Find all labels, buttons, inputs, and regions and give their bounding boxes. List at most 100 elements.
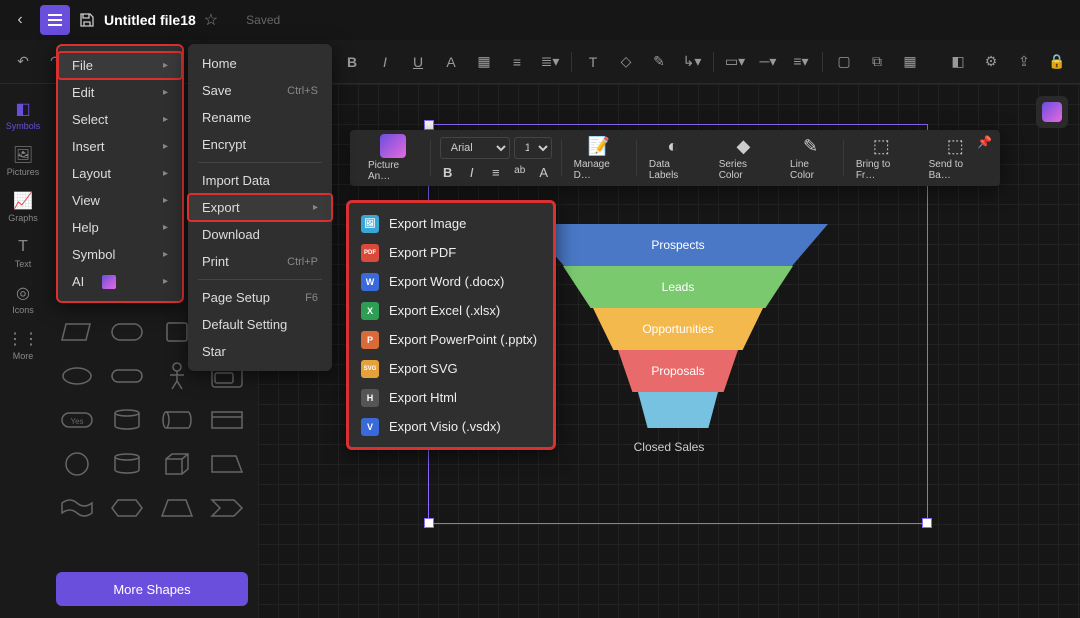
sidebar-more[interactable]: ⋮⋮More xyxy=(3,324,43,366)
file-download[interactable]: Download xyxy=(188,221,332,248)
menu-symbol[interactable]: Symbol▸ xyxy=(58,241,182,268)
save-icon[interactable] xyxy=(78,11,96,29)
ctx-line-color[interactable]: ✎Line Color xyxy=(780,134,841,182)
italic-button[interactable]: I xyxy=(370,47,400,77)
bold-button[interactable]: B xyxy=(337,47,367,77)
main-menu-button[interactable] xyxy=(40,5,70,35)
shape-trapezoid-r[interactable] xyxy=(204,444,250,484)
sidebar-text[interactable]: TText xyxy=(3,232,43,274)
shape-cylinder-h[interactable] xyxy=(154,400,200,440)
menu-help[interactable]: Help▸ xyxy=(58,214,182,241)
back-button[interactable]: ‹ xyxy=(8,8,32,32)
ctx-series-color[interactable]: ◆Series Color xyxy=(709,134,778,182)
file-home[interactable]: Home xyxy=(188,50,332,77)
pen-tool-button[interactable]: ✎ xyxy=(644,47,674,77)
export-export-visio-vsdx-[interactable]: VExport Visio (.vsdx) xyxy=(349,412,553,441)
file-save[interactable]: SaveCtrl+S xyxy=(188,77,332,104)
menu-select[interactable]: Select▸ xyxy=(58,106,182,133)
file-page-setup[interactable]: Page SetupF6 xyxy=(188,284,332,311)
funnel-stage-3[interactable]: Opportunities xyxy=(593,308,763,350)
resize-handle-br[interactable] xyxy=(923,519,931,527)
more-shapes-button[interactable]: More Shapes xyxy=(56,572,248,606)
resize-handle-bl[interactable] xyxy=(425,519,433,527)
menu-edit[interactable]: Edit▸ xyxy=(58,79,182,106)
export-export-word-docx-[interactable]: WExport Word (.docx) xyxy=(349,267,553,296)
ctx-bring-front[interactable]: ⬚Bring to Fr… xyxy=(846,134,917,182)
ctx-case[interactable]: ab xyxy=(511,165,529,180)
file-print[interactable]: PrintCtrl+P xyxy=(188,248,332,275)
ctx-italic[interactable]: I xyxy=(463,165,481,180)
shape-parallelogram[interactable] xyxy=(54,312,100,352)
underline-button[interactable]: U xyxy=(403,47,433,77)
shape-capsule[interactable] xyxy=(104,356,150,396)
export-export-powerpoint-pptx-[interactable]: PExport PowerPoint (.pptx) xyxy=(349,325,553,354)
export-export-image[interactable]: 🖼Export Image xyxy=(349,209,553,238)
file-star[interactable]: Star xyxy=(188,338,332,365)
shape-wave[interactable] xyxy=(54,488,100,528)
sidebar-symbols[interactable]: ◧Symbols xyxy=(3,94,43,136)
funnel-chart[interactable]: Prospects Leads Opportunities Proposals xyxy=(528,224,828,428)
shape-rounded-rect[interactable] xyxy=(104,312,150,352)
export-export-excel-xlsx-[interactable]: XExport Excel (.xlsx) xyxy=(349,296,553,325)
funnel-stage-4[interactable]: Proposals xyxy=(618,350,738,392)
stroke-button[interactable]: ─▾ xyxy=(753,47,783,77)
theme-button[interactable]: ◧ xyxy=(943,47,973,77)
shape-cylinder[interactable] xyxy=(104,400,150,440)
file-rename[interactable]: Rename xyxy=(188,104,332,131)
shape-cube[interactable] xyxy=(154,444,200,484)
file-import-data[interactable]: Import Data xyxy=(188,167,332,194)
lock-button[interactable]: 🔒 xyxy=(1042,47,1072,77)
ctx-data-labels[interactable]: ◐Data Labels xyxy=(639,134,707,182)
copy-button[interactable]: ⧉ xyxy=(862,47,892,77)
file-export[interactable]: Export▸ xyxy=(188,194,332,221)
line-spacing-button[interactable]: ≣▾ xyxy=(535,47,565,77)
share-button[interactable]: ⇪ xyxy=(1009,47,1039,77)
file-default-setting[interactable]: Default Setting xyxy=(188,311,332,338)
shape-hex[interactable] xyxy=(104,488,150,528)
export-export-svg[interactable]: SVGExport SVG xyxy=(349,354,553,383)
ctx-manage-data[interactable]: 📝Manage D… xyxy=(564,134,634,182)
font-color-button[interactable]: A xyxy=(436,47,466,77)
fill-button[interactable]: ▭▾ xyxy=(720,47,750,77)
sidebar-icons[interactable]: ◎Icons xyxy=(3,278,43,320)
export-export-html[interactable]: HExport Html xyxy=(349,383,553,412)
menu-ai[interactable]: AI▸ xyxy=(58,268,182,295)
shape-chevron[interactable] xyxy=(204,488,250,528)
export-export-pdf[interactable]: PDFExport PDF xyxy=(349,238,553,267)
menu-layout[interactable]: Layout▸ xyxy=(58,160,182,187)
undo-button[interactable]: ↶ xyxy=(8,47,38,77)
shape-trapezoid[interactable] xyxy=(154,488,200,528)
sidebar-pictures[interactable]: 🖼Pictures xyxy=(3,140,43,182)
ctx-bold[interactable]: B xyxy=(439,165,457,180)
text-tool-button[interactable]: T xyxy=(578,47,608,77)
funnel-stage-1[interactable]: Prospects xyxy=(528,224,828,266)
favorite-star-icon[interactable]: ☆ xyxy=(204,10,218,30)
shape-cylinder2[interactable] xyxy=(104,444,150,484)
funnel-stage-2[interactable]: Leads xyxy=(563,266,793,308)
shape-card[interactable] xyxy=(204,400,250,440)
font-size-select[interactable]: 12 xyxy=(514,137,552,159)
ctx-send-back[interactable]: ⬚Send to Ba… xyxy=(919,134,992,182)
settings-button[interactable]: ⚙ xyxy=(976,47,1006,77)
font-family-select[interactable]: Arial xyxy=(440,137,510,159)
grid-button[interactable]: ▦ xyxy=(895,47,925,77)
file-encrypt[interactable]: Encrypt xyxy=(188,131,332,158)
resize-handle-tl[interactable] xyxy=(425,121,433,129)
highlight-button[interactable]: ▦ xyxy=(469,47,499,77)
funnel-stage-5[interactable] xyxy=(638,392,718,428)
align-button[interactable]: ≡ xyxy=(502,47,532,77)
sidebar-graphs[interactable]: 📈Graphs xyxy=(3,186,43,228)
shape-yes[interactable]: Yes xyxy=(54,400,100,440)
ctx-font-color[interactable]: A xyxy=(535,165,553,180)
page-button[interactable]: ▢ xyxy=(829,47,859,77)
shape-ellipse[interactable] xyxy=(54,356,100,396)
ctx-picture-analysis[interactable]: Picture An… xyxy=(358,134,428,182)
connector-button[interactable]: ◇ xyxy=(611,47,641,77)
menu-insert[interactable]: Insert▸ xyxy=(58,133,182,160)
document-title[interactable]: Untitled file18 xyxy=(104,12,196,28)
shape-circle[interactable] xyxy=(54,444,100,484)
line-style-button[interactable]: ↳▾ xyxy=(677,47,707,77)
arrow-style-button[interactable]: ≡▾ xyxy=(786,47,816,77)
ai-assistant-button[interactable] xyxy=(1036,96,1068,128)
menu-file[interactable]: File▸ xyxy=(58,52,182,79)
